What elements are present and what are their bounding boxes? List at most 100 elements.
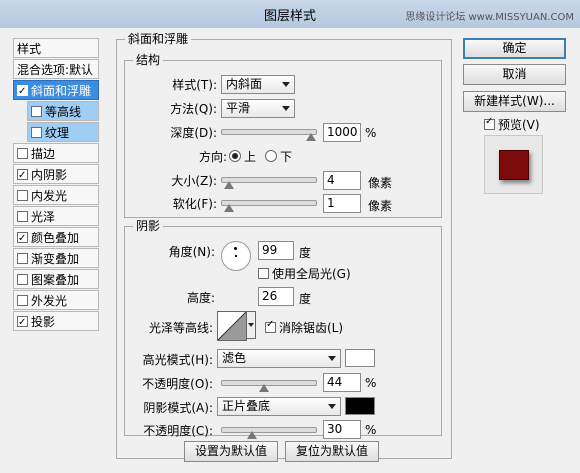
style-item-label: 描边	[31, 147, 56, 161]
soften-slider[interactable]	[221, 200, 317, 212]
style-item[interactable]: 纹理	[27, 122, 99, 142]
style-item[interactable]: 颜色叠加	[13, 227, 99, 249]
highlight-mode-select[interactable]: 滤色	[217, 349, 341, 368]
chevron-down-icon	[328, 404, 336, 409]
direction-down-radio[interactable]: 下	[265, 148, 292, 165]
checkbox-icon[interactable]	[17, 295, 28, 306]
checkbox-checked-icon[interactable]	[17, 229, 28, 249]
highlight-color-swatch[interactable]	[345, 349, 375, 367]
checkbox-checked-icon	[265, 319, 276, 333]
angle-input[interactable]: 99	[258, 241, 294, 260]
style-item[interactable]: 斜面和浮雕	[13, 80, 99, 102]
radio-selected-icon	[229, 150, 241, 162]
reset-default-button[interactable]: 复位为默认值	[285, 441, 379, 462]
checkbox-icon[interactable]	[31, 127, 42, 138]
highlight-opacity-input[interactable]: 44	[323, 373, 361, 392]
blend-options-item[interactable]: 混合选项:默认	[13, 59, 99, 79]
style-item[interactable]: 内阴影	[13, 164, 99, 186]
cancel-button[interactable]: 取消	[463, 64, 566, 85]
size-input[interactable]: 4	[323, 171, 361, 190]
shadow-color-swatch[interactable]	[345, 397, 375, 415]
direction-up-radio[interactable]: 上	[229, 148, 256, 165]
checkbox-icon[interactable]	[31, 106, 42, 117]
chevron-down-icon	[248, 323, 254, 327]
style-item-label: 光泽	[31, 210, 56, 224]
style-item[interactable]: 光泽	[13, 206, 99, 226]
antialias-checkbox[interactable]: 消除锯齿(L)	[265, 319, 343, 336]
angle-dial[interactable]	[221, 241, 251, 271]
altitude-unit: 度	[299, 292, 312, 306]
depth-unit: %	[365, 126, 377, 140]
soften-slider-thumb[interactable]	[223, 204, 234, 212]
structure-title: 结构	[133, 53, 164, 67]
style-item-label: 图案叠加	[31, 273, 80, 287]
style-item-label: 斜面和浮雕	[31, 84, 92, 98]
size-unit: 像素	[368, 176, 393, 190]
technique-label: 方法(Q):	[170, 102, 217, 116]
style-item[interactable]: 图案叠加	[13, 269, 99, 289]
soften-unit: 像素	[368, 199, 393, 213]
new-style-button[interactable]: 新建样式(W)...	[463, 91, 566, 112]
make-default-button[interactable]: 设置为默认值	[184, 441, 278, 462]
shadow-mode-value: 正片叠底	[222, 399, 271, 413]
checkbox-icon[interactable]	[17, 274, 28, 285]
style-select-value: 内斜面	[226, 77, 263, 91]
style-item[interactable]: 描边	[13, 143, 99, 163]
preview-label: 预览(V)	[498, 118, 540, 132]
checkbox-icon[interactable]	[17, 148, 28, 159]
gloss-contour-dropdown[interactable]	[246, 311, 256, 339]
gloss-contour-picker[interactable]	[217, 311, 247, 341]
depth-slider[interactable]	[221, 129, 317, 141]
highlight-mode-label: 高光模式(H):	[142, 353, 213, 367]
size-slider-thumb[interactable]	[223, 181, 234, 189]
highlight-opacity-thumb[interactable]	[258, 384, 269, 392]
technique-select[interactable]: 平滑	[221, 99, 295, 118]
style-item[interactable]: 内发光	[13, 185, 99, 205]
shadow-opacity-slider[interactable]	[221, 427, 317, 439]
checkbox-icon[interactable]	[17, 190, 28, 201]
style-item[interactable]: 外发光	[13, 290, 99, 310]
size-slider[interactable]	[221, 177, 317, 189]
style-label: 样式(T):	[172, 78, 217, 92]
structure-group: 结构 样式(T): 内斜面 方法(Q): 平滑 深度(D): 1000 % 方向…	[124, 53, 442, 218]
chevron-down-icon	[282, 82, 290, 87]
checkbox-checked-icon[interactable]	[17, 166, 28, 186]
highlight-opacity-slider[interactable]	[221, 380, 317, 392]
style-item[interactable]: 投影	[13, 311, 99, 333]
style-item-label: 外发光	[31, 294, 68, 308]
soften-label: 软化(F):	[172, 197, 217, 211]
shadow-opacity-label: 不透明度(C):	[143, 424, 213, 438]
checkbox-icon[interactable]	[17, 253, 28, 264]
highlight-opacity-label: 不透明度(O):	[142, 377, 213, 391]
chevron-down-icon	[328, 356, 336, 361]
antialias-label: 消除锯齿(L)	[279, 321, 344, 335]
style-item[interactable]: 渐变叠加	[13, 248, 99, 268]
preview-checkbox[interactable]: 预览(V)	[484, 116, 540, 133]
soften-input[interactable]: 1	[323, 194, 361, 213]
shadow-opacity-unit: %	[365, 423, 377, 437]
style-item-label: 渐变叠加	[31, 252, 80, 266]
depth-input[interactable]: 1000	[323, 123, 361, 142]
direction-label: 方向:	[198, 150, 227, 164]
global-light-checkbox[interactable]: 使用全局光(G)	[258, 265, 351, 282]
global-light-label: 使用全局光(G)	[272, 267, 351, 281]
technique-select-value: 平滑	[226, 101, 251, 115]
style-item-label: 内阴影	[31, 168, 68, 182]
shadow-opacity-input[interactable]: 30	[323, 420, 361, 439]
checkbox-icon[interactable]	[17, 211, 28, 222]
depth-slider-thumb[interactable]	[306, 133, 316, 141]
shadow-mode-select[interactable]: 正片叠底	[217, 397, 341, 416]
ok-button[interactable]: 确定	[463, 38, 566, 59]
style-item[interactable]: 等高线	[27, 101, 99, 121]
shadow-opacity-thumb[interactable]	[247, 431, 258, 439]
bevel-emboss-group: 斜面和浮雕 结构 样式(T): 内斜面 方法(Q): 平滑 深度(D): 100…	[116, 32, 452, 462]
checkbox-checked-icon[interactable]	[17, 313, 28, 333]
preview-square	[499, 150, 529, 180]
style-item-label: 内发光	[31, 189, 68, 203]
altitude-input[interactable]: 26	[258, 287, 294, 306]
bevel-emboss-title: 斜面和浮雕	[125, 32, 192, 46]
style-select[interactable]: 内斜面	[221, 75, 295, 94]
checkbox-checked-icon[interactable]	[17, 82, 28, 102]
highlight-opacity-unit: %	[365, 376, 377, 390]
radio-icon	[265, 150, 277, 162]
